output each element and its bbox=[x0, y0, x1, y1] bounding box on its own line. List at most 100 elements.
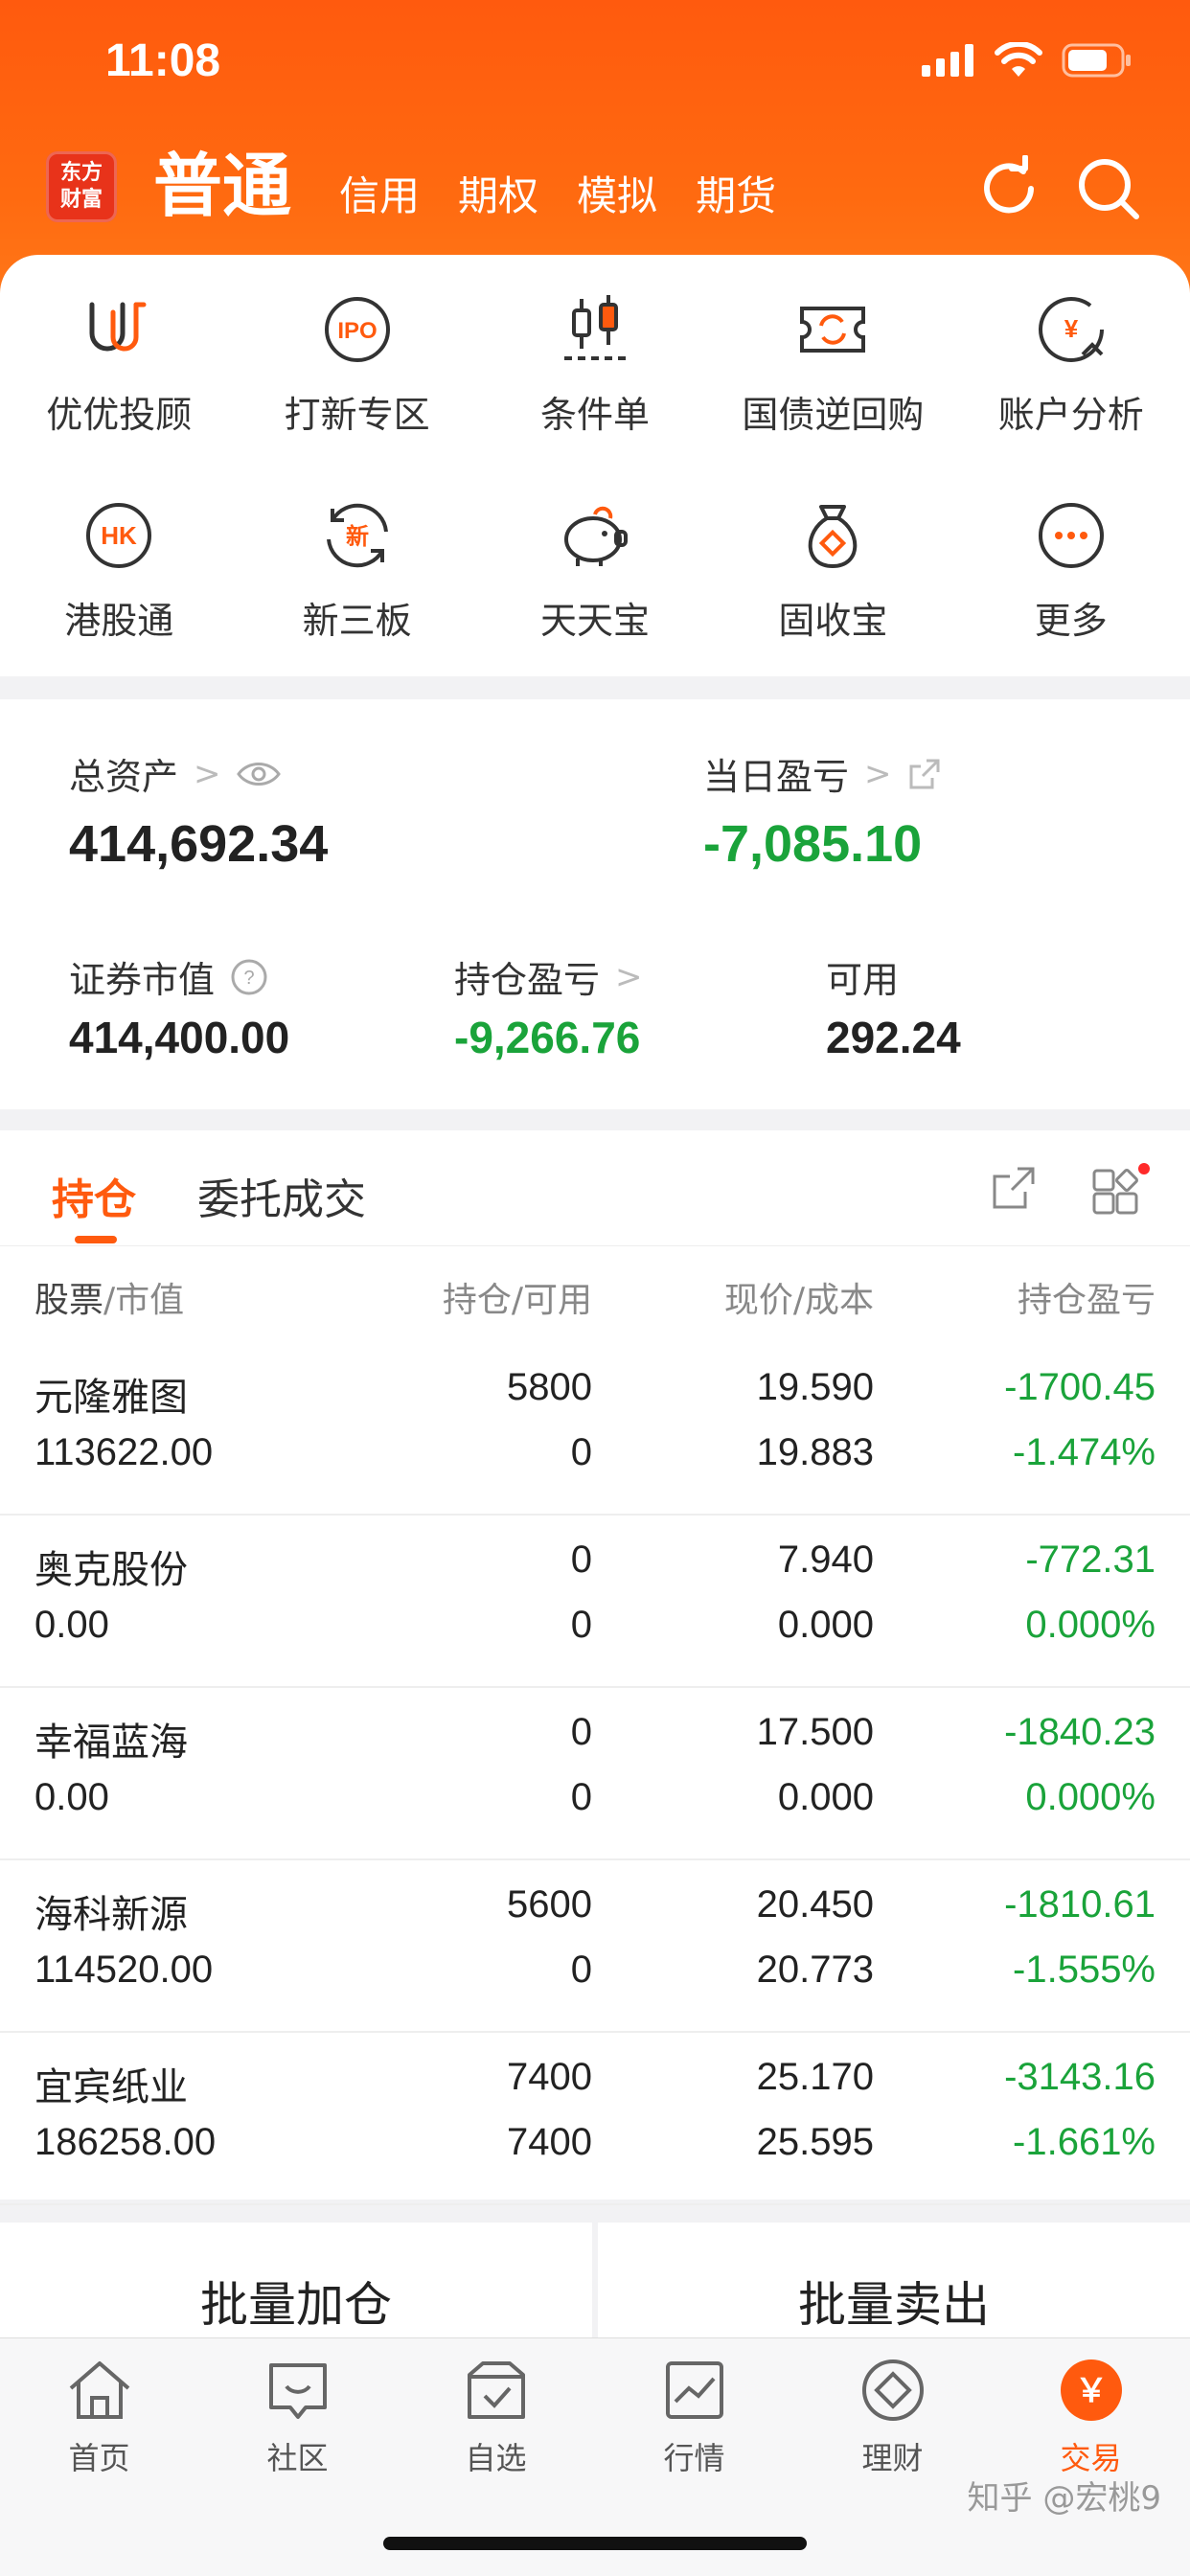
hk-connect-icon: HK bbox=[86, 503, 152, 568]
cost-cell: 19.883 bbox=[756, 1431, 874, 1473]
svg-text:?: ? bbox=[243, 968, 254, 989]
quantity-cell: 5800 bbox=[507, 1366, 592, 1408]
table-row[interactable]: 奥克股份 0.00 0 0 7.940 0.000 -772.31 0.000% bbox=[0, 1514, 1190, 1688]
tab-holdings[interactable]: 持仓 bbox=[52, 1165, 136, 1226]
shortcut-ipo[interactable]: IPO 打新专区 bbox=[238, 272, 475, 478]
pl-percent-cell: 0.000% bbox=[1025, 1776, 1156, 1818]
daily-pl-value: -7,085.10 bbox=[703, 815, 923, 873]
cost-cell: 0.000 bbox=[777, 1776, 874, 1818]
shortcut-panel: 优优投顾 IPO 打新专区 条件单 国债逆回购 ¥ 账户分析 HK 港股通 新 … bbox=[0, 255, 1190, 676]
col-head-quantity: 持仓/可用 bbox=[442, 1281, 592, 1320]
pl-cell: -3143.16 bbox=[1004, 2056, 1156, 2098]
price-cell: 20.450 bbox=[756, 1883, 874, 1926]
nav-community[interactable]: 社区 bbox=[198, 2356, 397, 2478]
eye-icon[interactable] bbox=[236, 760, 281, 788]
shortcut-hk-connect[interactable]: HK 港股通 bbox=[0, 478, 238, 684]
table-row[interactable]: 海科新源 114520.00 5600 0 20.450 20.773 -1810.61 -1… bbox=[0, 1858, 1190, 2033]
stock-name: 海科新源 bbox=[34, 1893, 188, 1937]
table-row[interactable]: 元隆雅图 113622.00 5800 0 19.590 19.883 -1700.45 -1… bbox=[0, 1341, 1190, 1516]
stock-name: 幸福蓝海 bbox=[34, 1721, 188, 1765]
cost-cell: 0.000 bbox=[777, 1604, 874, 1646]
shortcut-account-analysis[interactable]: ¥ 账户分析 bbox=[952, 272, 1190, 478]
stock-name: 元隆雅图 bbox=[34, 1376, 188, 1420]
shortcut-label: 条件单 bbox=[539, 394, 650, 436]
tab-options[interactable]: 期权 bbox=[458, 164, 538, 230]
quantity-cell: 0 bbox=[570, 1539, 592, 1581]
table-row[interactable]: 宜宾纸业 186258.00 7400 7400 25.170 25.595 -3143.1… bbox=[0, 2031, 1190, 2205]
chevron-right-icon: > bbox=[864, 754, 892, 793]
shortcut-label: 天天宝 bbox=[539, 600, 650, 642]
pl-cell: -772.31 bbox=[1025, 1539, 1156, 1581]
shortcut-uu-advisor[interactable]: 优优投顾 bbox=[0, 272, 238, 478]
trade-icon: ￥ bbox=[1060, 2359, 1122, 2421]
tab-orders[interactable]: 委托成交 bbox=[197, 1165, 366, 1226]
pl-percent-cell: 0.000% bbox=[1025, 1604, 1156, 1646]
active-tab-indicator bbox=[75, 1236, 117, 1243]
daily-pl-link[interactable]: 当日盈亏 > bbox=[703, 747, 942, 800]
stock-name: 宜宾纸业 bbox=[34, 2065, 188, 2109]
tab-normal[interactable]: 普通 bbox=[153, 129, 291, 230]
refresh-icon[interactable] bbox=[975, 155, 1042, 222]
shortcut-label: 国债逆回购 bbox=[742, 394, 925, 436]
shortcut-conditional-order[interactable]: 条件单 bbox=[476, 272, 714, 478]
ipo-icon: IPO bbox=[324, 297, 390, 362]
nav-market[interactable]: 行情 bbox=[595, 2356, 793, 2478]
community-icon bbox=[268, 2363, 327, 2419]
account-analysis-icon: ¥ bbox=[1038, 297, 1104, 362]
nav-wealth[interactable]: 理财 bbox=[793, 2356, 992, 2478]
signal-icon bbox=[922, 44, 973, 77]
total-assets-link[interactable]: 总资产 > bbox=[69, 747, 281, 800]
pl-percent-cell: -1.661% bbox=[1013, 2121, 1156, 2163]
shortcut-gushoubao[interactable]: 固收宝 bbox=[714, 478, 951, 684]
nav-watchlist[interactable]: 自选 bbox=[397, 2356, 595, 2478]
shortcut-new-third-board[interactable]: 新 新三板 bbox=[238, 478, 475, 684]
nav-trade[interactable]: ￥ 交易 bbox=[992, 2356, 1190, 2478]
share-icon[interactable] bbox=[991, 1165, 1037, 1211]
table-row[interactable]: 幸福蓝海 0.00 0 0 17.500 0.000 -1840.23 0.000% bbox=[0, 1686, 1190, 1860]
uu-advisor-icon bbox=[89, 302, 147, 352]
tab-credit[interactable]: 信用 bbox=[339, 164, 420, 230]
nav-home[interactable]: 首页 bbox=[0, 2356, 198, 2478]
home-indicator[interactable] bbox=[383, 2537, 807, 2550]
market-value-cell: 113622.00 bbox=[34, 1431, 214, 1473]
holding-pl-value: -9,266.76 bbox=[454, 1013, 641, 1062]
pl-percent-cell: -1.555% bbox=[1013, 1949, 1156, 1991]
col-head-pl: 持仓盈亏 bbox=[1017, 1281, 1156, 1320]
shortcut-label: 港股通 bbox=[64, 600, 174, 642]
positions-panel: 持仓 委托成交 股票/市值 持仓/可用 现价/成本 持仓盈亏 元隆雅图 11362… bbox=[0, 1130, 1190, 2205]
status-bar: 11:08 bbox=[0, 0, 1190, 125]
shortcut-bond-repo[interactable]: 国债逆回购 bbox=[714, 272, 951, 478]
bond-repo-icon bbox=[800, 307, 866, 353]
battery-icon bbox=[1062, 43, 1131, 78]
search-icon[interactable] bbox=[1075, 155, 1142, 222]
shortcut-tiantianbao[interactable]: 天天宝 bbox=[476, 478, 714, 684]
price-cell: 7.940 bbox=[777, 1539, 874, 1581]
svg-text:¥: ¥ bbox=[1064, 314, 1079, 343]
external-link-icon[interactable] bbox=[907, 757, 942, 791]
market-value-cell: 0.00 bbox=[34, 1776, 109, 1818]
wifi-icon bbox=[995, 42, 1042, 77]
available-label: 可用 bbox=[826, 959, 900, 1001]
shortcut-label: 更多 bbox=[1034, 600, 1108, 642]
price-cell: 25.170 bbox=[756, 2056, 874, 2098]
shortcut-label: 账户分析 bbox=[997, 394, 1144, 436]
price-cell: 19.590 bbox=[756, 1366, 874, 1408]
svg-text:IPO: IPO bbox=[337, 318, 377, 344]
account-type-tabs: 普通 信用 期权 模拟 期货 bbox=[153, 144, 814, 230]
layout-grid-icon[interactable] bbox=[1092, 1163, 1150, 1217]
holding-pl-link[interactable]: 持仓盈亏 > bbox=[454, 950, 643, 1003]
shortcut-label: 新三板 bbox=[302, 600, 412, 642]
status-time: 11:08 bbox=[105, 35, 221, 86]
help-icon[interactable]: ? bbox=[230, 958, 268, 996]
pl-cell: -1840.23 bbox=[1004, 1711, 1156, 1753]
batch-sell-button[interactable]: 批量卖出 bbox=[598, 2223, 1190, 2337]
market-value: 414,400.00 bbox=[69, 1013, 290, 1062]
wealth-icon bbox=[861, 2359, 924, 2421]
market-value-label: 证券市值 ? bbox=[69, 950, 268, 1003]
shortcut-label: 固收宝 bbox=[778, 600, 888, 642]
tab-futures[interactable]: 期货 bbox=[696, 164, 776, 230]
shortcut-more[interactable]: 更多 bbox=[952, 478, 1190, 684]
svg-text:HK: HK bbox=[101, 521, 137, 550]
batch-add-button[interactable]: 批量加仓 bbox=[0, 2223, 592, 2337]
tab-simulation[interactable]: 模拟 bbox=[577, 164, 657, 230]
